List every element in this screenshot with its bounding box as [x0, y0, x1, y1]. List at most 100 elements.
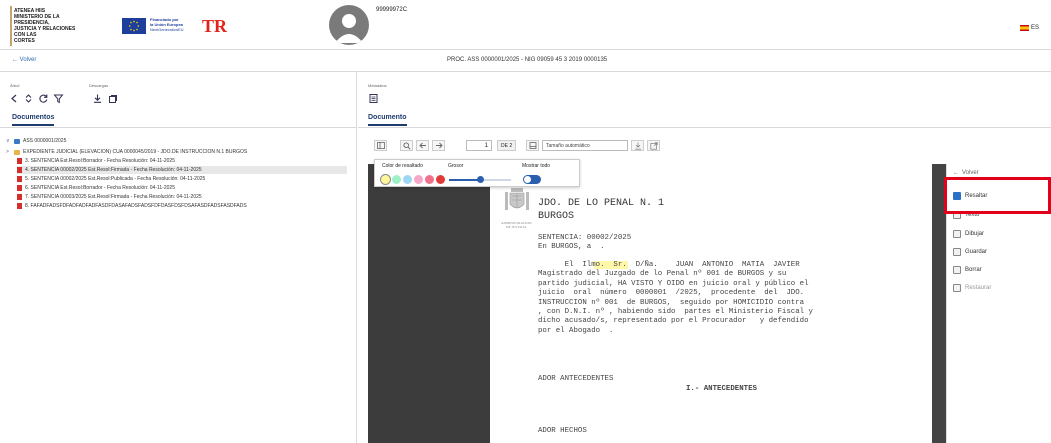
highlight-color-label: Color de resaltado [382, 163, 423, 169]
logo-bar [10, 6, 12, 46]
prev-page-button[interactable] [416, 140, 429, 151]
tab-documento[interactable]: Documento [368, 114, 407, 126]
collapse-left-icon[interactable] [9, 93, 20, 104]
chevron-down-icon[interactable]: ∨ [6, 138, 11, 144]
ministry-line: MINISTERIO DE LA PRESIDENCIA, [14, 14, 60, 26]
pdf-download-button[interactable] [631, 140, 644, 151]
sentencia-number: SENTENCIA: 00002/2025 [538, 234, 632, 242]
metadatos-label: Metadatos [368, 83, 387, 88]
coat-of-arms-icon [502, 184, 532, 214]
folder-icon [14, 149, 20, 155]
sidebar-toggle-button[interactable] [374, 140, 387, 151]
annot-item-label: Borrar [965, 267, 982, 273]
color-swatch[interactable] [414, 175, 423, 184]
page-fit-button[interactable] [526, 140, 539, 151]
tree-item[interactable]: 7. SENTENCIA 00003/2025 Est.Resol:Firmad… [17, 193, 202, 201]
restore-icon [953, 284, 961, 292]
document-line: por el Abogado . [538, 326, 614, 335]
proc-title: PROC. ASS 0000001/2025 - NIG 09059 45 3 … [447, 57, 608, 63]
tree-item[interactable]: 5. SENTENCIA 00002/2025 Est.Resol:Public… [17, 175, 205, 183]
open-external-button[interactable] [647, 140, 660, 151]
back-arrow-icon: ← [953, 170, 959, 176]
annot-item-delete[interactable]: Borrar [953, 263, 982, 277]
document-line: juicio oral número 0000001 /2025, proced… [538, 289, 805, 298]
tree-item-label: ASS 0000001/2025 [23, 138, 67, 144]
antecedentes-title: I.- ANTECEDENTES [686, 385, 757, 393]
pdf-icon [17, 158, 22, 164]
color-swatch[interactable] [380, 174, 391, 185]
highlight-options-popup: Color de resaltado Grosor Mostrar todo [374, 159, 580, 187]
pdf-icon [17, 176, 22, 182]
pdf-icon [17, 185, 22, 191]
color-swatch[interactable] [392, 175, 401, 184]
eu-flag-icon [122, 18, 146, 34]
document-line: INSTRUCCION nº 001 de BURGOS, seguido po… [538, 298, 805, 307]
grosor-slider-thumb[interactable] [476, 176, 484, 183]
pdf-toolbar: 1 DE 2 Tamaño automático [358, 138, 1051, 156]
annot-back[interactable]: ← Volver [953, 170, 979, 176]
ministry-line: JUSTICIA Y RELACIONES CON LAS [14, 26, 76, 38]
document-line: , con D.N.I. nº , habiendo sido partes e… [538, 308, 813, 316]
tabs-divider [0, 127, 357, 128]
grosor-slider-fill [449, 179, 480, 181]
save-icon [953, 248, 961, 256]
next-page-button[interactable] [432, 140, 445, 151]
chevron-right-icon[interactable]: > [6, 149, 11, 155]
document-line: El Ilmo. Sr. D/Ña. JUAN ANTONIO MATIA JA… [538, 261, 800, 269]
annot-item-restore: Restaurar [953, 281, 991, 295]
document-line: Magistrado del Juzgado de lo Penal nº 00… [538, 270, 787, 279]
expand-collapse-icon[interactable] [23, 93, 34, 104]
tree-item[interactable]: 6. SENTENCIA Est.Resol:Borrador - Fecha … [17, 184, 175, 192]
pdf-icon [17, 194, 22, 200]
tab-documentos[interactable]: Documentos [12, 114, 55, 126]
show-all-label: Mostrar todo [522, 163, 551, 169]
descargas-label: Descargas [89, 83, 109, 88]
tree-item-label: 7. SENTENCIA 00003/2025 Est.Resol:Firmad… [25, 194, 202, 200]
antecedentes-tag: ADOR ANTECEDENTES [538, 375, 614, 383]
tree-item[interactable]: 4. SENTENCIA 00002/2025 Est.Resol:Firmad… [17, 166, 347, 174]
color-swatch[interactable] [436, 175, 445, 184]
tree-item[interactable]: 8. FAFADFADSFDFADFADFADFASDFDASAFADSFADS… [17, 202, 247, 210]
color-swatch[interactable] [425, 175, 434, 184]
grosor-label: Grosor [448, 163, 464, 169]
pdf-search-button[interactable] [400, 140, 413, 151]
eu-funding-text: Financiado por la Unión Europea NextGene… [150, 17, 200, 32]
spain-flag-icon [1020, 25, 1029, 31]
annot-item-label: Guardar [965, 249, 988, 255]
user-avatar[interactable] [329, 5, 369, 45]
pdf-icon [17, 167, 22, 173]
sentencia-place: En BURGOS, a . [538, 243, 605, 251]
tree-item[interactable]: 3. SENTENCIA Est.Resol:Borrador - Fecha … [17, 157, 175, 165]
left-panel: Árbol Descargas Documentos ∨ ASS 0000001/… [0, 72, 357, 443]
download-icon[interactable] [92, 93, 103, 104]
annot-item-save[interactable]: Guardar [953, 245, 987, 259]
zoom-select[interactable]: Tamaño automático [542, 140, 628, 151]
page-number-input[interactable]: 1 [466, 140, 492, 151]
annot-item-draw[interactable]: Dibujar [953, 227, 984, 241]
tree-item-label: 5. SENTENCIA 00002/2025 Est.Resol:Public… [25, 176, 206, 182]
ministry-line: CORTES [14, 38, 35, 44]
annot-item-label: Dibujar [965, 231, 985, 237]
court-city: BURGOS [538, 211, 575, 222]
tree-item[interactable]: ∨ ASS 0000001/2025 [6, 137, 66, 145]
tree-item-label: 4. SENTENCIA 00002/2025 Est.Resol:Firmad… [25, 167, 202, 173]
refresh-icon[interactable] [38, 93, 49, 104]
document-line: dicho acusado/s, representado por el Pro… [538, 317, 809, 326]
back-link[interactable]: ← Volver [12, 57, 36, 63]
metadata-icon[interactable] [368, 93, 379, 104]
hechos-tag: ADOR HECHOS [538, 427, 587, 435]
language-selector[interactable]: ES [1020, 25, 1039, 31]
delete-icon [953, 266, 961, 274]
filter-icon[interactable] [53, 93, 64, 104]
show-all-toggle[interactable] [523, 175, 541, 184]
download-all-icon[interactable] [108, 93, 119, 104]
admin-caption: DE JUSTICIA [506, 225, 527, 229]
tree-item[interactable]: > EXPEDIENTE JUDICIAL (ELEVACION) CUA 000… [6, 148, 247, 156]
annotation-highlight-frame [944, 177, 1051, 214]
annot-back-label: Volver [962, 170, 979, 176]
grosor-slider-track[interactable] [449, 176, 511, 183]
annot-item-label: Restaurar [965, 285, 992, 291]
color-swatch[interactable] [403, 175, 412, 184]
folder-icon [14, 138, 20, 144]
tree-item-label: 8. FAFADFADSFDFADFADFADFASDFDASAFADSFADS… [25, 203, 247, 209]
